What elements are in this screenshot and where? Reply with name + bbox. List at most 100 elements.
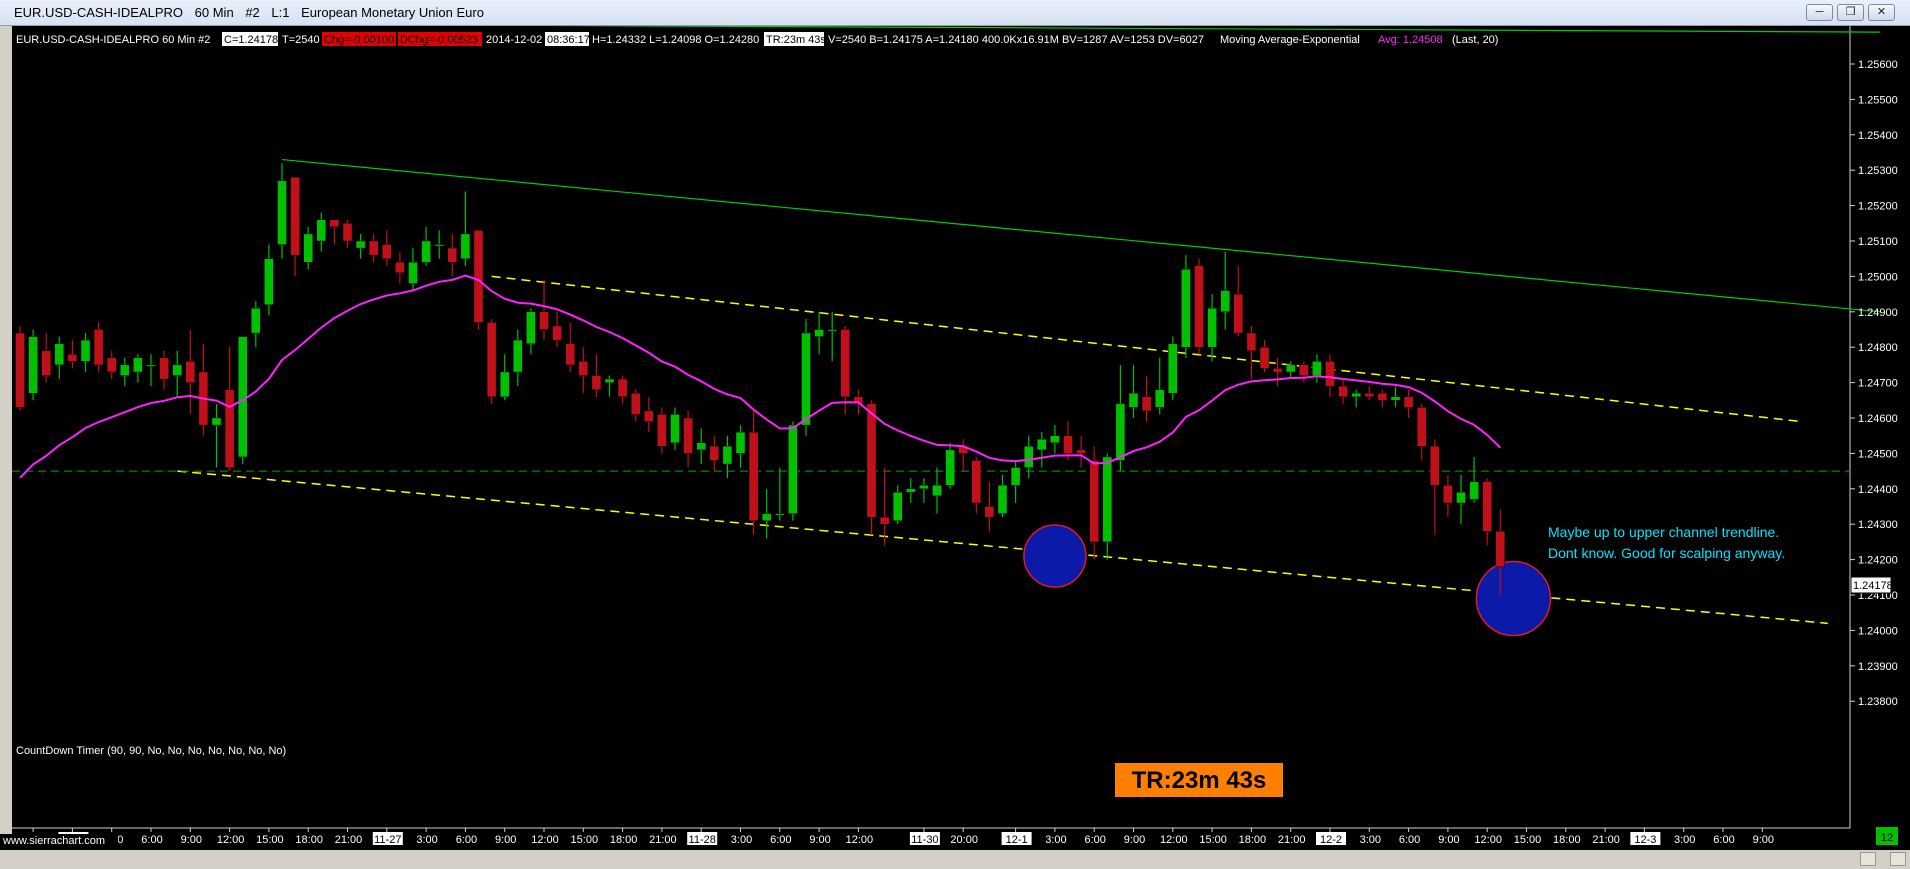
candle-body — [735, 431, 746, 454]
time-label: 6:00 — [456, 834, 477, 846]
study-params: (Last, 20) — [1452, 34, 1498, 46]
candle-body — [893, 492, 903, 521]
candle-body — [316, 219, 326, 242]
annotation-line-1: Maybe up to upper channel trendline. — [1548, 524, 1779, 540]
time-label: 6:00 — [141, 834, 162, 846]
candle-body — [1141, 396, 1152, 412]
price-tick-label: 1.24500 — [1858, 448, 1898, 460]
title-interval: 60 Min — [194, 5, 234, 20]
minimize-button[interactable]: ─ — [1806, 4, 1833, 21]
candle-body — [1351, 393, 1361, 397]
candle — [866, 400, 877, 535]
header-date: 2014-12-02 — [486, 34, 542, 46]
candle-body — [355, 240, 366, 249]
horizontal-scrollbar[interactable] — [0, 850, 1910, 869]
candle-body — [1037, 439, 1047, 451]
candle — [15, 325, 25, 411]
candle-body — [1128, 393, 1139, 408]
price-tick-label: 1.25200 — [1858, 201, 1898, 213]
time-label: 3:00 — [416, 834, 437, 846]
candle-body — [290, 177, 300, 256]
candle-body — [788, 424, 798, 514]
time-label: 18:00 — [1553, 834, 1581, 846]
candle-body — [382, 244, 392, 259]
countdown-timer-label: CountDown Timer (90, 90, No, No, No, No,… — [16, 745, 286, 757]
price-tick-label: 1.25300 — [1858, 165, 1898, 177]
candle-body — [1050, 435, 1060, 443]
candle-body — [552, 325, 562, 341]
time-label: 6:00 — [1713, 834, 1734, 846]
candle-body — [41, 350, 51, 376]
candle-body — [395, 262, 405, 274]
last-price-marker: 1.24178 — [1850, 576, 1893, 594]
candle-body — [919, 485, 929, 490]
time-label: 9:00 — [809, 834, 830, 846]
date-label: 12-3 — [1634, 834, 1656, 846]
candle-body — [1102, 456, 1113, 543]
highlight-circle[interactable] — [1475, 560, 1552, 637]
scroll-right-button[interactable] — [1860, 852, 1876, 866]
study-name: Moving Average-Exponential — [1220, 34, 1360, 46]
header-dchg: DChg=-0.00523 — [400, 34, 478, 46]
candle-body — [1010, 467, 1021, 486]
candle-body — [1115, 403, 1126, 461]
candle-body — [1154, 389, 1165, 408]
watermark-box: www.sierrachart.com — [0, 834, 118, 850]
price-tick-label: 1.24700 — [1858, 378, 1898, 390]
candle-body — [329, 219, 340, 228]
time-label: 21:00 — [649, 834, 677, 846]
highlight-circle[interactable] — [1023, 524, 1087, 588]
candle-body — [984, 506, 995, 518]
scroll-end-button[interactable] — [1890, 852, 1906, 866]
candle-body — [1194, 265, 1204, 348]
candle-body — [932, 485, 942, 497]
price-tick-label: 1.24600 — [1858, 413, 1898, 425]
candle-body — [971, 460, 981, 504]
candle-body — [1285, 364, 1296, 373]
candle-body — [93, 329, 104, 366]
candle-body — [762, 513, 772, 521]
minimize-icon: ─ — [1815, 6, 1824, 18]
candle-body — [840, 329, 850, 397]
close-button[interactable]: ✕ — [1868, 4, 1895, 21]
candle-body — [1390, 396, 1401, 401]
candle-body — [106, 357, 117, 373]
candle-body — [1089, 460, 1099, 543]
title-description: European Monetary Union Euro — [301, 5, 484, 20]
candle-body — [1259, 347, 1270, 369]
candle — [657, 407, 667, 454]
price-tick-label: 1.24200 — [1858, 555, 1898, 567]
candle-body — [185, 361, 196, 383]
time-label: 15:00 — [256, 834, 284, 846]
candle-body — [1338, 385, 1348, 397]
time-label: 21:00 — [1278, 834, 1306, 846]
time-label: 6:00 — [1084, 834, 1105, 846]
time-label: 9:00 — [181, 834, 202, 846]
countdown-timer-box: TR:23m 43s — [1115, 763, 1283, 797]
chart-area[interactable]: 1.25600 1.25500 1.25400 1.25300 1.25200 1.251… — [0, 26, 1910, 850]
header-close: C=1.24178 — [224, 34, 278, 46]
restore-button[interactable]: ❐ — [1837, 4, 1864, 21]
title-symbol: EUR.USD-CASH-IDEALPRO — [14, 5, 184, 20]
title-link: L:1 — [271, 5, 290, 20]
time-label: 6:00 — [1399, 834, 1420, 846]
candle-body — [1364, 393, 1375, 397]
candle-body — [1272, 368, 1283, 373]
header-symbol: EUR.USD-CASH-IDEALPRO 60 Min #2 — [16, 34, 210, 46]
candle-body — [722, 446, 733, 465]
candle — [1181, 255, 1191, 358]
candle-body — [827, 329, 837, 332]
candle-body — [54, 343, 64, 366]
price-tick-label: 1.24000 — [1858, 625, 1898, 637]
study-avg: Avg: 1.24508 — [1378, 34, 1443, 46]
candle — [945, 442, 955, 489]
candle-body — [578, 361, 588, 376]
price-tick-label: 1.24900 — [1858, 307, 1898, 319]
candle-body — [879, 516, 890, 525]
candle-body — [1220, 290, 1230, 312]
price-tick-label: 1.25600 — [1858, 59, 1898, 71]
candle-body — [1482, 481, 1492, 532]
chart-background — [0, 26, 1910, 850]
restore-icon: ❐ — [1845, 6, 1856, 18]
price-tick-label: 1.25100 — [1858, 236, 1898, 248]
